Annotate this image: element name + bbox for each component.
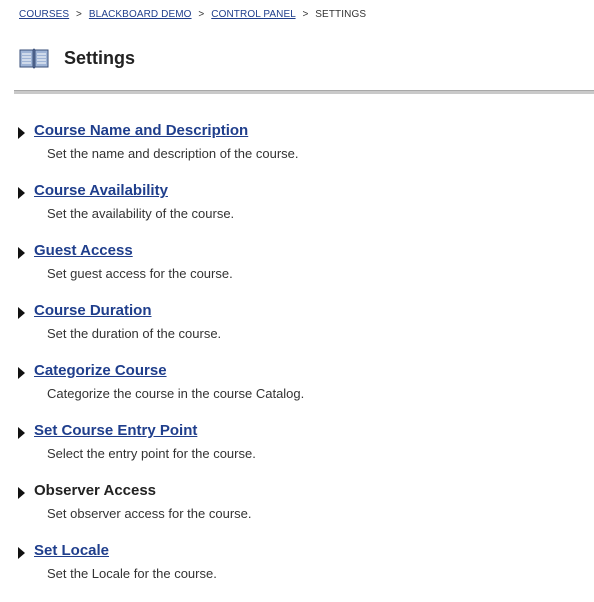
list-item: Guest Access Set guest access for the co…	[18, 242, 578, 302]
caret-right-icon	[18, 127, 25, 139]
list-item: Set Course Entry Point Select the entry …	[18, 422, 578, 482]
page-header: Settings	[18, 46, 135, 70]
set-locale-link[interactable]: Set Locale	[34, 542, 109, 559]
breadcrumb-link-control-panel[interactable]: CONTROL PANEL	[211, 9, 295, 20]
item-description: Select the entry point for the course.	[47, 446, 256, 461]
item-description: Categorize the course in the course Cata…	[47, 386, 305, 401]
list-item: Course Name and Description Set the name…	[18, 122, 578, 182]
item-description: Set the availability of the course.	[47, 206, 235, 221]
breadcrumb-separator: >	[302, 9, 309, 20]
course-duration-link[interactable]: Course Duration	[34, 302, 152, 319]
guest-access-link[interactable]: Guest Access	[34, 242, 133, 259]
caret-right-icon	[18, 427, 25, 439]
caret-right-icon	[18, 487, 25, 499]
breadcrumb-separator: >	[198, 9, 205, 20]
course-name-description-link[interactable]: Course Name and Description	[34, 122, 248, 139]
item-description: Set the Locale for the course.	[47, 566, 217, 581]
breadcrumb-current: SETTINGS	[315, 9, 367, 20]
book-icon	[18, 46, 50, 70]
breadcrumb-separator: >	[76, 9, 82, 20]
item-description: Set the name and description of the cour…	[47, 146, 299, 161]
list-item: Categorize Course Categorize the course …	[18, 362, 578, 422]
observer-access-label: Observer Access	[34, 482, 157, 499]
course-availability-link[interactable]: Course Availability	[34, 182, 168, 199]
caret-right-icon	[18, 547, 25, 559]
list-item: Observer Access Set observer access for …	[18, 482, 578, 542]
list-item: Course Duration Set the duration of the …	[18, 302, 578, 362]
settings-list: Course Name and Description Set the name…	[18, 122, 578, 602]
breadcrumb: COURSES > BLACKBOARD DEMO > CONTROL PANE…	[19, 9, 366, 20]
set-course-entry-point-link[interactable]: Set Course Entry Point	[34, 422, 197, 439]
categorize-course-link[interactable]: Categorize Course	[34, 362, 167, 379]
item-description: Set observer access for the course.	[47, 506, 252, 521]
header-divider	[14, 90, 594, 94]
caret-right-icon	[18, 367, 25, 379]
list-item: Set Locale Set the Locale for the course…	[18, 542, 578, 602]
breadcrumb-link-course[interactable]: BLACKBOARD DEMO	[89, 9, 192, 20]
caret-right-icon	[18, 247, 25, 259]
caret-right-icon	[18, 307, 25, 319]
page-title: Settings	[64, 47, 136, 68]
item-description: Set the duration of the course.	[47, 326, 222, 341]
caret-right-icon	[18, 187, 25, 199]
breadcrumb-link-courses[interactable]: COURSES	[19, 9, 69, 20]
list-item: Course Availability Set the availability…	[18, 182, 578, 242]
item-description: Set guest access for the course.	[47, 266, 233, 281]
